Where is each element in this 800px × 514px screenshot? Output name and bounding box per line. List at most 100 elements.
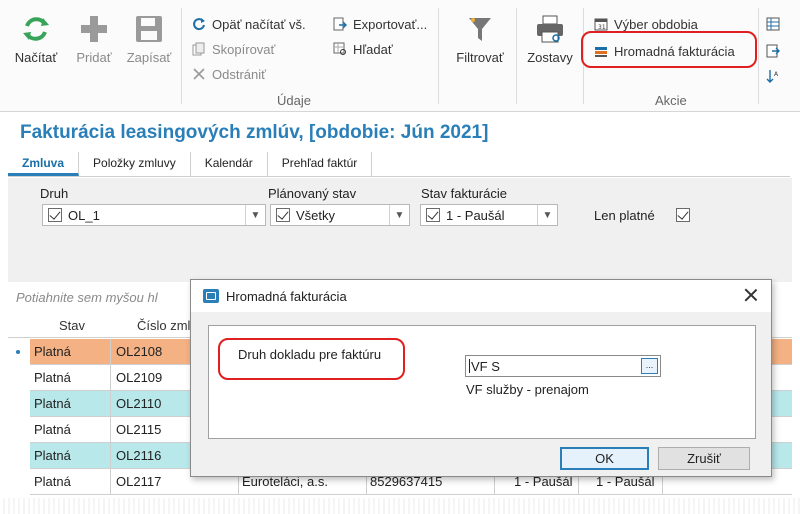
- add-button[interactable]: Pridať: [70, 14, 118, 65]
- reports-button[interactable]: Zostavy: [524, 14, 576, 65]
- save-button[interactable]: Zapísať: [125, 14, 173, 65]
- copy-icon: [192, 42, 206, 56]
- separator: [181, 8, 182, 104]
- tab-invoice-overview[interactable]: Prehľad faktúr: [268, 152, 373, 176]
- page-title: Fakturácia leasingových zmlúv, [obdobie:…: [20, 122, 489, 143]
- export-button[interactable]: Exportovať...: [333, 14, 427, 34]
- grid-icon: [766, 17, 780, 31]
- table-cell-contract: OL2110: [116, 396, 162, 411]
- svg-text:31: 31: [598, 24, 606, 31]
- separator: [758, 8, 759, 104]
- chevron-down-icon[interactable]: ▼: [537, 205, 557, 225]
- tab-contract[interactable]: Zmluva: [8, 152, 80, 176]
- actions-group-label: Akcie: [655, 93, 687, 108]
- chevron-down-icon[interactable]: ▼: [245, 205, 265, 225]
- current-row-indicator: [16, 350, 20, 354]
- billing-state-combo[interactable]: 1 - Paušál ▼: [420, 204, 558, 226]
- planned-state-label: Plánovaný stav: [268, 186, 357, 201]
- only-valid-checkbox[interactable]: [676, 208, 690, 222]
- type-filter-combo[interactable]: OL_1 ▼: [42, 204, 266, 226]
- tab-bar: Zmluva Položky zmluvy Kalendár Prehľad f…: [8, 152, 373, 176]
- dialog-title: Hromadná fakturácia: [226, 288, 347, 304]
- table-cell-contract: OL2117: [116, 474, 162, 489]
- floppy-disk-icon: [134, 14, 164, 44]
- type-filter-value: OL_1: [68, 207, 100, 223]
- dialog-titlebar: Hromadná fakturácia: [191, 280, 771, 312]
- cancel-button[interactable]: Zrušiť: [658, 447, 750, 470]
- reload-label: Načítať: [14, 50, 58, 65]
- search-button[interactable]: Hľadať: [333, 39, 393, 59]
- reload-all-button[interactable]: Opäť načítať vš.: [192, 14, 306, 34]
- close-x-icon: [192, 67, 206, 81]
- planned-state-value: Všetky: [296, 207, 336, 223]
- refresh-small-icon: [192, 17, 206, 31]
- tabs-divider: [8, 176, 790, 177]
- close-icon[interactable]: [743, 287, 759, 303]
- reload-button[interactable]: Načítať: [12, 14, 60, 65]
- filter-label: Filtrovať: [456, 50, 504, 65]
- copy-button[interactable]: Skopírovať: [192, 39, 275, 59]
- cell-divider: [110, 339, 111, 365]
- grid-toolbar-band: [8, 252, 792, 282]
- printer-icon: [535, 14, 565, 44]
- only-valid-label: Len platné: [594, 208, 655, 223]
- tab-calendar[interactable]: Kalendár: [191, 152, 268, 176]
- export-label: Exportovať...: [353, 16, 428, 32]
- table-cell-contract: OL2108: [116, 344, 163, 359]
- cell-divider: [110, 443, 111, 469]
- type-filter-label: Druh: [40, 186, 69, 201]
- highlight-ring: [218, 338, 405, 380]
- table-cell-state: Platná: [34, 370, 71, 385]
- svg-text:A: A: [774, 71, 779, 78]
- ribbon-toolbar: Načítať Pridať Zapísať Opäť načítať vš.: [0, 0, 800, 112]
- highlight-ring: [581, 31, 757, 68]
- calendar-icon: 31: [594, 17, 608, 31]
- table-cell-state: Platná: [34, 448, 71, 463]
- extra-action-3[interactable]: A: [766, 66, 780, 86]
- funnel-icon: [465, 14, 495, 44]
- search-table-icon: [333, 42, 347, 56]
- export-icon: [333, 17, 347, 31]
- browse-button[interactable]: ...: [641, 358, 658, 374]
- planned-state-combo[interactable]: Všetky ▼: [270, 204, 410, 226]
- table-cell-contract: OL2116: [116, 448, 162, 463]
- checkbox-icon: [276, 208, 290, 222]
- window-icon: [203, 289, 219, 303]
- tab-contract-items[interactable]: Položky zmluvy: [79, 152, 191, 176]
- ok-button[interactable]: OK: [560, 447, 649, 470]
- filter-panel: Druh OL_1 ▼ Plánovaný stav Všetky ▼ Stav…: [8, 178, 792, 252]
- header-contract-no[interactable]: Číslo zml: [137, 318, 190, 333]
- extra-action-1[interactable]: [766, 14, 780, 34]
- delete-button[interactable]: Odstrániť: [192, 64, 266, 84]
- select-period-label: Výber obdobia: [614, 16, 698, 32]
- checkbox-icon: [48, 208, 62, 222]
- header-state[interactable]: Stav: [59, 318, 85, 333]
- torn-edge: [0, 498, 800, 514]
- checkbox-icon: [426, 208, 440, 222]
- filter-button[interactable]: Filtrovať: [450, 14, 510, 65]
- search-label: Hľadať: [353, 41, 393, 57]
- list-arrow-icon: [766, 44, 780, 58]
- sort-icon: A: [766, 69, 780, 83]
- table-cell-contract: OL2115: [116, 422, 162, 437]
- reports-label: Zostavy: [527, 50, 573, 65]
- billing-state-label: Stav fakturácie: [421, 186, 507, 201]
- doc-type-input[interactable]: VF S ...: [465, 355, 661, 377]
- separator: [516, 8, 517, 104]
- billing-state-value: 1 - Paušál: [446, 207, 505, 223]
- table-cell-contract: OL2109: [116, 370, 163, 385]
- table-cell-state: Platná: [34, 422, 71, 437]
- save-label: Zapísať: [126, 50, 172, 65]
- cell-divider: [110, 417, 111, 443]
- cell-divider: [110, 391, 111, 417]
- plus-icon: [79, 14, 109, 44]
- copy-label: Skopírovať: [212, 41, 276, 57]
- table-cell-state: Platná: [34, 474, 71, 489]
- cell-divider: [110, 469, 111, 495]
- doc-type-value: VF S: [471, 359, 500, 374]
- data-group-label: Údaje: [277, 93, 311, 108]
- add-label: Pridať: [76, 50, 112, 65]
- chevron-down-icon[interactable]: ▼: [389, 205, 409, 225]
- extra-action-2[interactable]: [766, 41, 780, 61]
- bulk-invoicing-dialog: Hromadná fakturácia Druh dokladu pre fak…: [190, 279, 772, 477]
